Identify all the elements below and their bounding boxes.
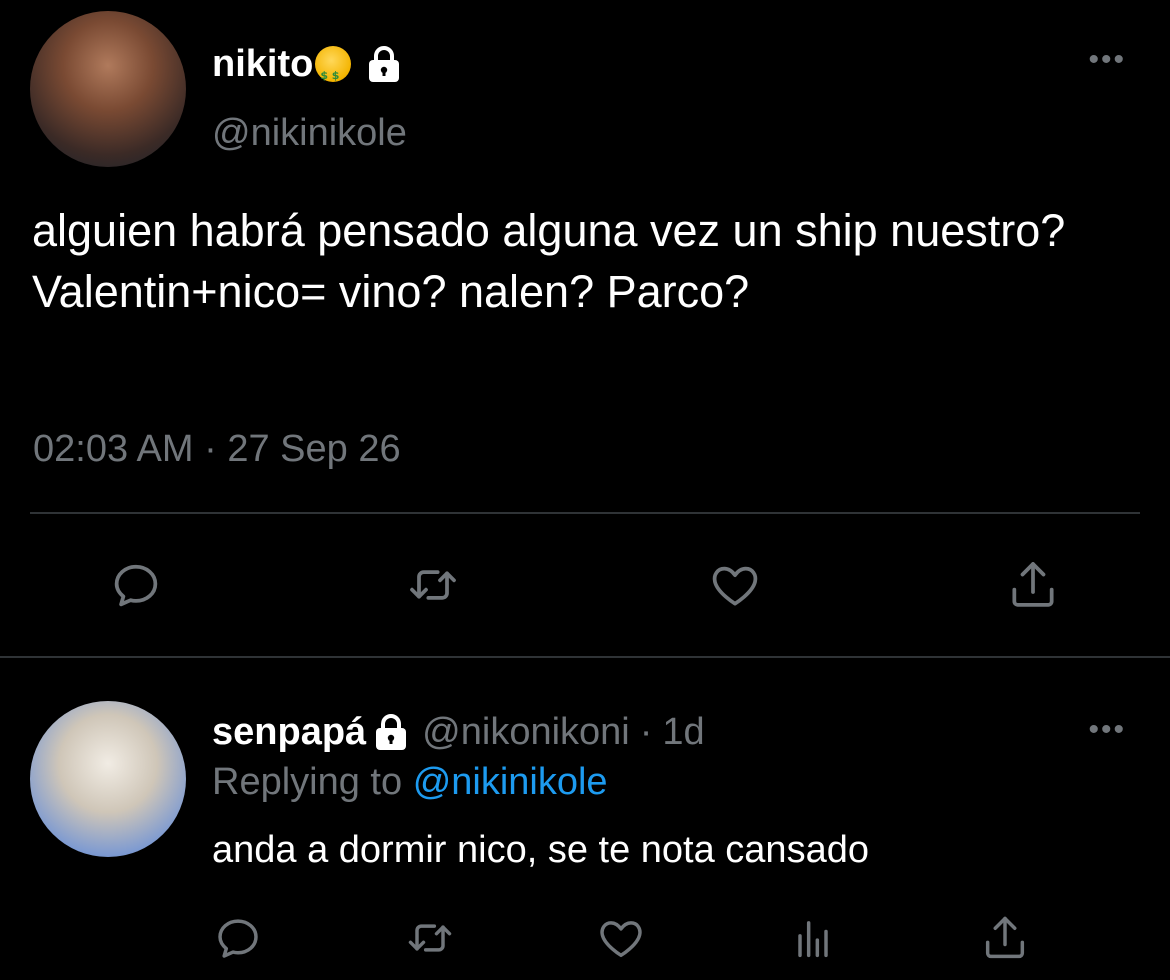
- lock-icon: [374, 713, 408, 751]
- share-icon: [1012, 562, 1054, 607]
- author-avatar[interactable]: [30, 11, 186, 167]
- view-stats-button[interactable]: [781, 906, 845, 970]
- reply-author-avatar[interactable]: [30, 701, 186, 857]
- retweet-button[interactable]: [398, 906, 462, 970]
- reply-icon: [114, 564, 158, 607]
- replying-to-mention-link[interactable]: @nikinikole: [413, 761, 608, 803]
- reply-age[interactable]: 1d: [662, 708, 704, 756]
- tweet-text: alguien habrá pensado alguna vez un ship…: [32, 205, 1066, 317]
- like-button[interactable]: [703, 553, 767, 617]
- like-button[interactable]: [589, 906, 653, 970]
- reply-author-display-name[interactable]: senpapá: [212, 708, 366, 756]
- reply-button[interactable]: [206, 906, 270, 970]
- reply-button[interactable]: [104, 553, 168, 617]
- divider: [0, 656, 1170, 658]
- reply-icon: [218, 919, 258, 958]
- more-options-icon[interactable]: •••: [1088, 715, 1126, 745]
- like-icon: [600, 921, 642, 958]
- retweet-button[interactable]: [401, 553, 465, 617]
- money-mouth-face-emoji-icon: [315, 46, 352, 100]
- more-options-icon[interactable]: •••: [1088, 45, 1126, 75]
- author-name-row[interactable]: nikito: [212, 40, 401, 100]
- share-icon: [985, 916, 1025, 959]
- retweet-icon: [410, 570, 456, 600]
- share-button[interactable]: [1001, 553, 1065, 617]
- replying-to-label: Replying to: [212, 761, 403, 803]
- share-button[interactable]: [973, 906, 1037, 970]
- reply-author-handle[interactable]: @nikonikoni: [422, 708, 630, 756]
- stats-icon: [798, 921, 828, 958]
- reply-text: anda a dormir nico, se te nota cansado: [212, 829, 869, 871]
- tweet-timestamp[interactable]: 02:03 AM · 27 Sep 26: [33, 428, 401, 471]
- separator-dot: ·: [639, 711, 653, 753]
- retweet-icon: [408, 924, 452, 952]
- author-display-name[interactable]: nikito: [212, 40, 313, 88]
- lock-icon: [367, 45, 401, 83]
- replying-to-line: Replying to @nikinikole: [212, 758, 608, 806]
- author-handle[interactable]: @nikinikole: [212, 112, 407, 155]
- divider: [30, 512, 1140, 514]
- reply-header: senpapá @nikonikoni · 1d: [212, 708, 705, 756]
- like-icon: [712, 566, 758, 606]
